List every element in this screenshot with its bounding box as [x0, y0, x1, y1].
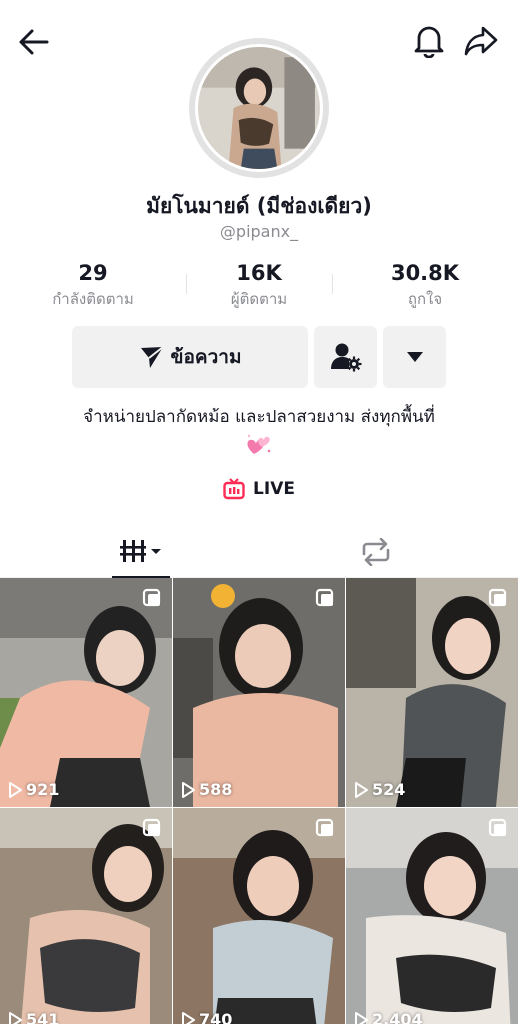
multi-photo-icon [142, 818, 161, 837]
stat-divider [332, 274, 333, 294]
multi-photo-icon [488, 818, 507, 837]
view-count: 2,404 [354, 1010, 423, 1024]
share-arrow-icon [464, 26, 498, 56]
video-tile[interactable]: 740 [173, 808, 345, 1024]
followers-stat[interactable]: 16K ผู้ติดตาม [186, 258, 332, 316]
video-thumbnail [173, 808, 345, 1024]
play-icon [355, 781, 368, 798]
multi-photo-icon [142, 588, 161, 607]
video-grid: 921 588 524 541 740 2,404 [0, 578, 518, 1024]
following-label: กำลังติดตาม [52, 290, 134, 308]
play-icon [9, 781, 22, 798]
content-tabs [0, 526, 518, 578]
message-button[interactable]: ข้อความ [72, 326, 308, 388]
followers-count: 16K [236, 261, 282, 285]
multi-photo-icon [488, 588, 507, 607]
tv-icon [223, 478, 245, 500]
video-thumbnail [346, 578, 518, 807]
video-tile[interactable]: 2,404 [346, 808, 518, 1024]
view-count: 740 [181, 1010, 232, 1024]
paper-plane-icon [140, 346, 164, 368]
following-count: 29 [78, 261, 108, 285]
stat-divider [186, 274, 187, 294]
likes-label: ถูกใจ [407, 290, 443, 308]
more-options-button[interactable] [383, 326, 446, 388]
view-count: 524 [354, 780, 405, 799]
tab-videos[interactable] [112, 526, 170, 578]
username: @pipanx_ [219, 222, 299, 241]
share-button[interactable] [460, 20, 502, 62]
tab-reposts[interactable] [346, 526, 406, 578]
play-icon [182, 1011, 195, 1024]
live-link[interactable]: LIVE [0, 478, 518, 500]
profile-stats: 29 กำลังติดตาม 16K ผู้ติดตาม 30.8K ถูกใจ [0, 258, 518, 316]
avatar[interactable] [189, 38, 329, 178]
likes-count: 30.8K [390, 261, 460, 285]
person-gear-icon [330, 343, 361, 372]
live-label: LIVE [253, 479, 295, 499]
video-thumbnail [0, 808, 172, 1024]
video-tile[interactable]: 524 [346, 578, 518, 807]
video-thumbnail [346, 808, 518, 1024]
video-thumbnail [0, 578, 172, 807]
likes-stat[interactable]: 30.8K ถูกใจ [332, 258, 518, 316]
play-icon [182, 781, 195, 798]
add-friend-button[interactable] [314, 326, 377, 388]
multi-photo-icon [315, 588, 334, 607]
caret-down-icon [406, 352, 423, 362]
video-tile[interactable]: 921 [0, 578, 172, 807]
display-name: มัยโนมายด์ (มีช่องเดียว) [146, 194, 372, 218]
followers-label: ผู้ติดตาม [230, 290, 288, 308]
play-icon [355, 1011, 368, 1024]
multi-photo-icon [315, 818, 334, 837]
arrow-left-icon [19, 29, 49, 55]
bio-text: จำหน่ายปลากัดหม้อ และปลาสวยงาม ส่งทุกพื้… [83, 407, 435, 427]
following-stat[interactable]: 29 กำลังติดตาม [0, 258, 186, 316]
back-button[interactable] [14, 22, 54, 62]
view-count: 541 [8, 1010, 59, 1024]
grid-bars-icon [120, 540, 161, 562]
play-icon [9, 1011, 22, 1024]
bio-emoji [0, 432, 518, 460]
message-button-label: ข้อความ [170, 346, 242, 368]
repost-icon [362, 538, 390, 566]
sparkle-hearts-icon [247, 434, 271, 454]
video-tile[interactable]: 588 [173, 578, 345, 807]
view-count: 588 [181, 780, 232, 799]
view-count: 921 [8, 780, 59, 799]
video-tile[interactable]: 541 [0, 808, 172, 1024]
notifications-button[interactable] [408, 20, 450, 62]
video-thumbnail [173, 578, 345, 807]
avatar-photo [198, 47, 320, 169]
bell-icon [414, 26, 444, 58]
